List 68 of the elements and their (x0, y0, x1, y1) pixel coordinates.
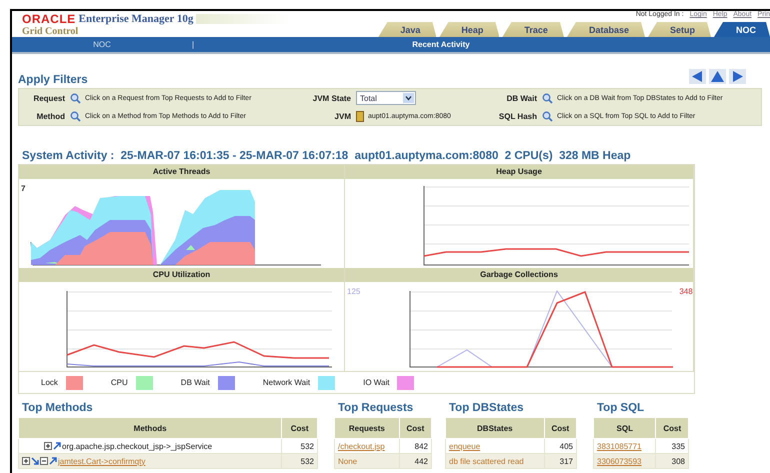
expand-icon[interactable] (44, 442, 52, 450)
search-icon[interactable] (542, 92, 553, 104)
column-header: Requests (334, 418, 400, 438)
arrow-icon[interactable] (53, 442, 61, 450)
nav-tab[interactable]: NOC (714, 22, 770, 37)
filter-label: JVM State (312, 92, 352, 104)
server-icon (356, 110, 364, 122)
search-icon[interactable] (542, 110, 553, 122)
column-header: Cost (656, 418, 688, 438)
previous-icon[interactable] (689, 69, 706, 84)
dropdown-arrow-icon (403, 93, 414, 103)
method-name[interactable]: jamtest.Cart->confirmqty (58, 456, 146, 466)
chart-title: Heap Usage (345, 165, 693, 179)
subnav-link[interactable]: NOC (93, 40, 111, 49)
column-header: SQL (594, 418, 656, 438)
axis-label: 125 (347, 287, 360, 296)
search-icon[interactable] (70, 92, 81, 104)
chart-title: CPU Utilization (19, 268, 344, 282)
table-title: Top DBStates (449, 402, 525, 414)
nav-tab[interactable]: Setup (648, 22, 711, 37)
column-header: Cost (544, 418, 576, 438)
nav-tab[interactable]: Trace (502, 22, 564, 37)
up-icon[interactable] (709, 69, 726, 84)
table-title: Top SQL (597, 402, 646, 414)
page-title: Recent Activity (412, 40, 470, 49)
method-name: org.apache.jsp.checkout_jsp->_jspService (62, 442, 212, 450)
axis-label: 348 (679, 287, 693, 296)
chart-title: Active Threads (19, 165, 344, 179)
column-header: DBStates (446, 418, 544, 438)
table-title: Top Requests (338, 402, 414, 414)
collapse-icon[interactable] (40, 457, 48, 465)
table-cell: 442 (399, 454, 432, 468)
table-cell: 532 (282, 454, 318, 468)
nav-tab[interactable]: Java (378, 22, 436, 37)
legend-label: DB Wait (180, 378, 210, 387)
jvm-state-dropdown[interactable]: Total (356, 91, 416, 105)
legend-label: Network Wait (262, 378, 310, 387)
search-icon[interactable] (70, 110, 81, 122)
table-cell: 317 (544, 454, 576, 468)
chart-title: Garbage Collections (345, 268, 693, 282)
product-subtitle: Grid Control (22, 26, 80, 37)
product-name: Enterprise Manager 10g (78, 13, 194, 25)
filter-label: Method (36, 110, 66, 122)
table-link[interactable]: enqueue (449, 442, 480, 450)
section-title: Apply Filters (18, 74, 88, 86)
axis-label: 7 (21, 184, 26, 193)
brand-logo: ORACLE (22, 12, 76, 26)
legend-label: IO Wait (363, 378, 390, 387)
column-header: Methods (18, 418, 282, 438)
arrow-icon[interactable] (49, 457, 57, 465)
legend-label: CPU (110, 378, 128, 387)
nav-tab[interactable]: Heap (439, 22, 500, 37)
table-link[interactable]: None (338, 456, 358, 466)
nav-tab[interactable]: Database (566, 22, 645, 37)
expand-icon[interactable] (22, 457, 30, 465)
filter-label: Request (32, 92, 66, 105)
table-title: Top Methods (22, 402, 94, 414)
filter-label: SQL Hash (498, 110, 538, 123)
table-cell: 308 (656, 454, 688, 468)
column-header: Cost (282, 418, 318, 438)
filter-label: JVM (334, 110, 352, 122)
column-header: Cost (399, 418, 432, 438)
separator: | (192, 40, 196, 49)
system-activity-title: System Activity : 25-MAR-07 16:01:35 - 25-MAR-07 16:07:18 aupt01.auptyma.com:8080 2 CPU(s) 328 MB Heap (22, 150, 632, 162)
next-icon[interactable] (729, 69, 746, 84)
filter-label: DB Wait (506, 92, 538, 104)
arrow-icon[interactable] (31, 457, 39, 465)
legend-label: Lock (41, 378, 58, 387)
